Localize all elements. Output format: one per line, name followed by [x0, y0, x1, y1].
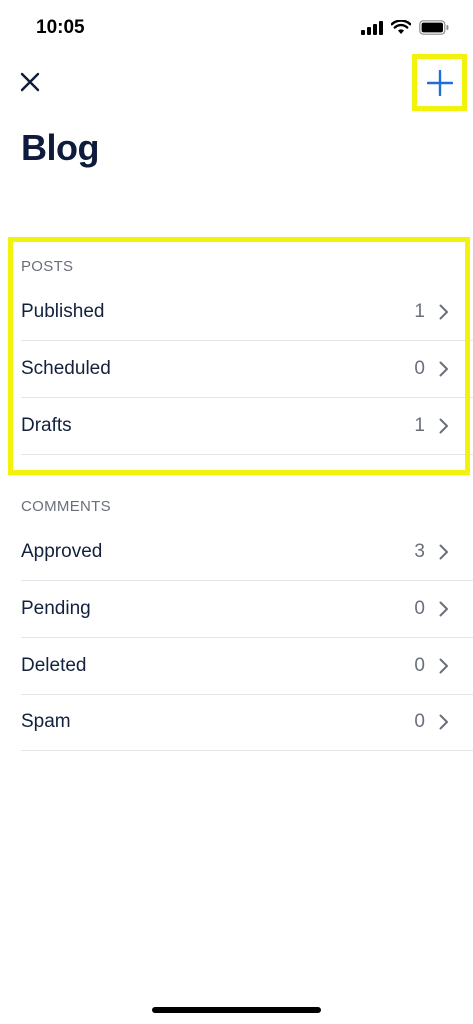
- row-approved[interactable]: Approved 3: [21, 524, 473, 581]
- row-count: 1: [414, 415, 425, 436]
- battery-icon: [419, 20, 449, 35]
- close-icon: [20, 72, 40, 92]
- section-header-posts: POSTS: [21, 258, 74, 275]
- status-bar: 10:05: [0, 0, 473, 54]
- close-button[interactable]: [16, 67, 44, 97]
- chevron-right-icon: [433, 358, 455, 380]
- add-post-button[interactable]: [412, 54, 467, 111]
- row-count: 3: [414, 541, 425, 562]
- row-scheduled[interactable]: Scheduled 0: [21, 341, 473, 398]
- page-title: Blog: [21, 127, 99, 168]
- chevron-right-icon: [433, 541, 455, 563]
- row-label: Spam: [21, 711, 71, 732]
- wifi-icon: [391, 20, 411, 34]
- home-indicator[interactable]: [152, 1007, 321, 1013]
- row-count: 0: [414, 711, 425, 732]
- row-count: 1: [414, 301, 425, 322]
- chevron-right-icon: [433, 415, 455, 437]
- row-label: Drafts: [21, 415, 72, 436]
- row-count: 0: [414, 598, 425, 619]
- row-count: 0: [414, 358, 425, 379]
- row-pending[interactable]: Pending 0: [21, 581, 473, 638]
- row-deleted[interactable]: Deleted 0: [21, 638, 473, 695]
- section-header-comments: COMMENTS: [21, 498, 111, 515]
- status-time: 10:05: [36, 17, 85, 38]
- chevron-right-icon: [433, 598, 455, 620]
- row-spam[interactable]: Spam 0: [21, 694, 473, 751]
- row-label: Scheduled: [21, 358, 111, 379]
- row-label: Approved: [21, 541, 103, 562]
- status-icons: [361, 20, 449, 35]
- row-count: 0: [414, 655, 425, 676]
- plus-icon: [426, 69, 453, 96]
- chevron-right-icon: [433, 711, 455, 733]
- row-drafts[interactable]: Drafts 1: [21, 398, 473, 455]
- chevron-right-icon: [433, 301, 455, 323]
- chevron-right-icon: [433, 655, 455, 677]
- screen: 10:05 Blog POSTS Published 1 Scheduled 0…: [0, 0, 473, 1024]
- cellular-signal-icon: [361, 20, 383, 35]
- row-label: Deleted: [21, 655, 87, 676]
- row-label: Pending: [21, 598, 91, 619]
- row-published[interactable]: Published 1: [21, 284, 473, 341]
- row-label: Published: [21, 301, 105, 322]
